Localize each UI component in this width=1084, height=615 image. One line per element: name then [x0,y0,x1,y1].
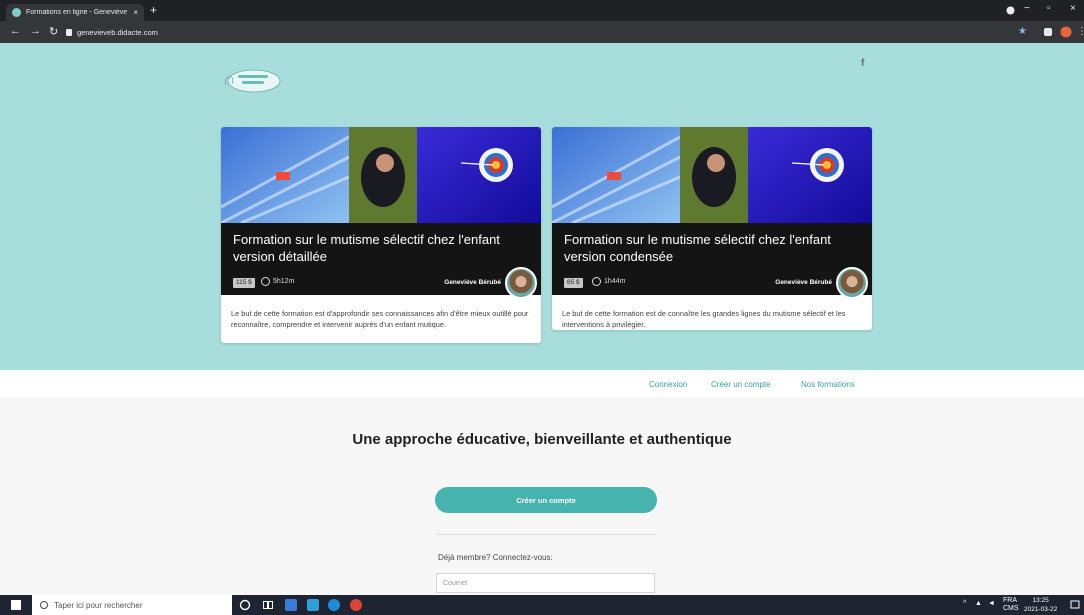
price-badge: 115 $ [233,278,255,288]
member-login-prompt: Déjà membre? Connectez-vous: [438,553,553,562]
browser-tab-bar: Formations en ligne - Geneviève × + − ▫ … [0,0,1084,21]
course-thumbnail [552,127,872,223]
address-bar[interactable]: genevieveb.didacte.com [66,24,1006,40]
volume-icon[interactable]: ◄ [988,600,995,607]
price-badge: 65 $ [564,278,583,288]
reload-icon[interactable]: ↻ [49,25,58,38]
restore-button[interactable]: ▫ [1047,3,1051,14]
back-icon[interactable]: ← [10,25,21,37]
taskbar-search[interactable]: Taper ici pour rechercher [32,595,232,615]
tab-close-icon[interactable]: × [133,8,138,17]
minimize-button[interactable]: − [1024,3,1030,14]
extension-badge-icon[interactable] [1060,26,1072,38]
course-description: Le but de cette formation est de connaît… [562,309,846,329]
page-tagline: Une approche éducative, bienveillante et… [352,431,732,448]
course-card-detailed[interactable]: Formation sur le mutisme sélectif chez l… [221,127,541,343]
course-duration: 5h12m [273,278,295,285]
facebook-icon[interactable]: f [861,58,864,69]
url-text: genevieveb.didacte.com [77,27,158,37]
system-clock[interactable]: 13:25 2021-03-22 [1024,596,1057,614]
email-field[interactable] [436,573,655,593]
tray-arrow-icon[interactable]: ^ [963,600,966,607]
course-card-condensed[interactable]: Formation sur le mutisme sélectif chez l… [552,127,872,330]
cortana-icon[interactable] [239,599,251,611]
create-account-button[interactable]: Créer un compte [435,487,657,513]
browser-toolbar: ← → ↻ genevieveb.didacte.com ★ ⋮ [0,21,1084,43]
tab-title: Formations en ligne - Geneviève [26,9,128,16]
course-title[interactable]: Formation sur le mutisme sélectif chez l… [233,231,533,265]
course-author: Geneviève Bérubé [775,279,832,286]
clock-icon [261,277,270,286]
author-avatar [505,267,537,299]
bookmark-star-icon[interactable]: ★ [1018,26,1027,37]
browser-tab[interactable]: Formations en ligne - Geneviève × [6,4,144,21]
clock-date: 2021-03-22 [1024,606,1058,613]
course-title[interactable]: Formation sur le mutisme sélectif chez l… [564,231,864,265]
taskbar-search-placeholder: Taper ici pour rechercher [54,600,143,610]
account-icon[interactable] [1006,6,1015,15]
chrome-icon[interactable] [350,599,362,611]
network-icon[interactable]: ▲ [975,600,982,607]
course-author: Geneviève Bérubé [444,279,501,286]
mail-icon[interactable] [307,599,319,611]
author-avatar [836,267,868,299]
course-duration: 1h44m [604,278,626,285]
language-sub: CMS [1003,605,1019,612]
forward-icon[interactable]: → [30,25,41,37]
course-thumbnail [221,127,541,223]
nav-login-link[interactable]: Connexion [649,380,687,389]
hero-section [0,43,1084,370]
file-explorer-icon[interactable] [285,599,297,611]
language-indicator[interactable]: FRA CMS [1003,597,1019,613]
clock-icon [592,277,601,286]
windows-start-icon[interactable] [11,600,21,610]
extensions-icon[interactable] [1043,27,1053,37]
search-icon [40,601,48,609]
new-tab-button[interactable]: + [150,3,157,17]
nav-courses-link[interactable]: Nos formations [801,380,855,389]
site-favicon-icon [12,8,21,17]
site-logo[interactable] [222,66,282,96]
menu-icon[interactable]: ⋮ [1077,26,1084,37]
task-view-icon[interactable] [262,599,274,611]
notifications-icon[interactable] [1070,600,1080,610]
edge-icon[interactable] [328,599,340,611]
close-window-button[interactable]: × [1070,3,1076,14]
course-description: Le but de cette formation est d'approfon… [231,309,529,329]
windows-taskbar: Taper ici pour rechercher ^ ▲ ◄ FRA CMS 1… [0,595,1084,615]
divider [436,534,656,535]
lock-icon [66,28,72,36]
nav-signup-link[interactable]: Créer un compte [711,380,771,389]
clock-time: 13:25 [1032,597,1049,604]
language-code: FRA [1003,597,1017,604]
